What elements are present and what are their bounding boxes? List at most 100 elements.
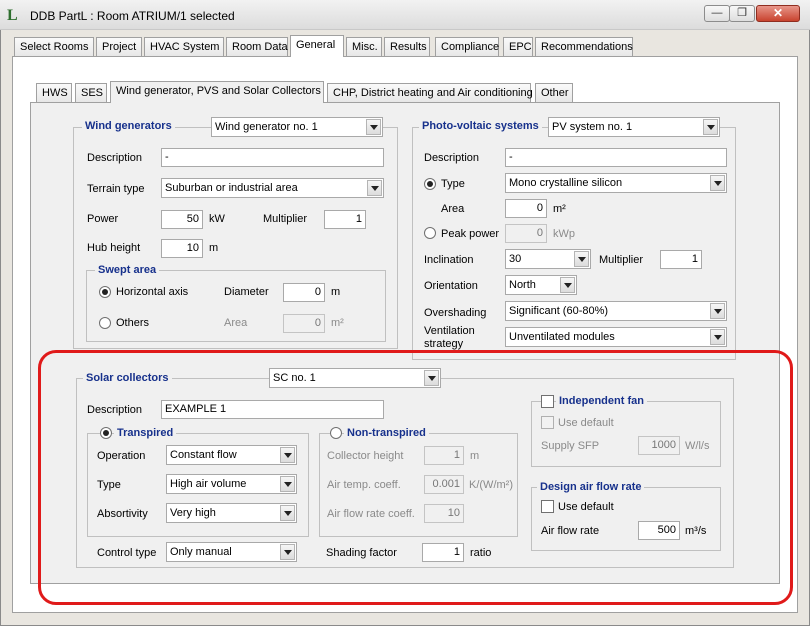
wind-description-input[interactable]: - [161,148,384,167]
chevron-down-icon[interactable] [703,119,718,135]
subtab-wind-pvs-solar[interactable]: Wind generator, PVS and Solar Collectors [110,81,324,103]
pv-area-unit: m² [553,203,566,215]
independent-fan-checkbox[interactable] [541,395,554,408]
orientation-label: Orientation [424,280,478,292]
tab-epc[interactable]: EPC [503,37,533,57]
subtab-other[interactable]: Other [535,83,573,103]
tab-misc[interactable]: Misc. [346,37,382,57]
wind-generator-select[interactable]: Wind generator no. 1 [211,117,383,137]
collector-height-unit: m [470,450,480,462]
power-input[interactable]: 50 [161,210,203,229]
terrain-type-select[interactable]: Suburban or industrial area [161,178,384,198]
wind-multiplier-input[interactable]: 1 [324,210,366,229]
control-type-select[interactable]: Only manual [166,542,297,562]
transpired-type-select[interactable]: High air volume [166,474,297,494]
inclination-value: 30 [509,253,522,265]
chevron-down-icon[interactable] [366,119,381,135]
close-button[interactable]: ✕ [756,5,800,22]
subtab-ses[interactable]: SES [75,83,107,103]
swept-area-input: 0 [283,314,325,333]
chevron-down-icon[interactable] [560,277,575,293]
chevron-down-icon[interactable] [424,370,439,386]
air-flow-coeff-label: Air flow rate coeff. [327,508,415,520]
overshading-select[interactable]: Significant (60-80%) [505,301,727,321]
tab-results[interactable]: Results [384,37,430,57]
air-flow-rate-input[interactable]: 500 [638,521,680,540]
swept-area-label: Area [224,317,248,329]
pv-description-input[interactable]: - [505,148,727,167]
horizontal-axis-radio[interactable] [99,286,111,298]
independent-fan-group [531,401,721,467]
subtab-hws[interactable]: HWS [36,83,72,103]
tab-room-data[interactable]: Room Data [226,37,288,57]
horizontal-axis-label: Horizontal axis [116,286,189,298]
ventilation-label: Ventilation [424,325,475,337]
overshading-label: Overshading [424,307,487,319]
air-temp-coeff-label: Air temp. coeff. [327,479,401,491]
pv-description-label: Description [424,152,480,164]
hub-height-label: Hub height [87,242,141,254]
pv-multiplier-input[interactable]: 1 [660,250,702,269]
chevron-down-icon[interactable] [280,544,295,560]
transpired-radio[interactable] [100,427,112,439]
solar-description-input[interactable]: EXAMPLE 1 [161,400,384,419]
title-bar[interactable]: L DDB PartL : Room ATRIUM/1 selected — ❐… [0,0,810,30]
pv-system-select[interactable]: PV system no. 1 [548,117,720,137]
hub-height-unit: m [209,242,219,254]
subtab-chp-district[interactable]: CHP, District heating and Air conditioni… [327,83,533,103]
chevron-down-icon[interactable] [367,180,382,196]
control-type-value: Only manual [170,546,232,558]
ventilation-strategy-select[interactable]: Unventilated modules [505,327,727,347]
orientation-select[interactable]: North [505,275,577,295]
shading-factor-input[interactable]: 1 [422,543,464,562]
chevron-down-icon[interactable] [280,447,295,463]
pv-type-select[interactable]: Mono crystalline silicon [505,173,727,193]
others-radio[interactable] [99,317,111,329]
peak-power-label: Peak power [441,228,500,240]
peak-power-radio[interactable] [424,227,436,239]
design-air-flow-group [531,487,721,551]
absorptivity-label: Absortivity [97,508,148,520]
pv-multiplier-label: Multiplier [599,254,644,266]
chevron-down-icon[interactable] [710,175,725,191]
window-title: DDB PartL : Room ATRIUM/1 selected [30,9,235,23]
chevron-down-icon[interactable] [280,476,295,492]
solar-description-label: Description [87,404,143,416]
restore-button[interactable]: ❐ [729,5,755,22]
non-transpired-title: Non-transpired [344,427,429,439]
operation-value: Constant flow [170,449,237,461]
chevron-down-icon[interactable] [710,303,725,319]
tab-project[interactable]: Project [96,37,142,57]
absorptivity-value: Very high [170,507,216,519]
tab-general[interactable]: General [290,35,344,57]
air-temp-coeff-input: 0.001 [424,475,464,494]
chevron-down-icon[interactable] [710,329,725,345]
chevron-down-icon[interactable] [574,251,589,267]
terrain-type-value: Suburban or industrial area [165,182,298,194]
non-transpired-radio[interactable] [330,427,342,439]
solar-collectors-title: Solar collectors [83,372,172,384]
tab-hvac-system[interactable]: HVAC System [144,37,224,57]
supply-sfp-input: 1000 [638,436,680,455]
tab-select-rooms[interactable]: Select Rooms [14,37,94,57]
wind-description-label: Description [87,152,143,164]
pv-system-select-value: PV system no. 1 [552,121,633,133]
solar-collector-select[interactable]: SC no. 1 [269,368,441,388]
pv-type-radio[interactable] [424,178,436,190]
tab-recommendations[interactable]: Recommendations [535,37,633,57]
tab-compliance[interactable]: Compliance [435,37,499,57]
air-flow-use-default-checkbox[interactable] [541,500,554,513]
diameter-input[interactable]: 0 [283,283,325,302]
operation-select[interactable]: Constant flow [166,445,297,465]
pv-area-input[interactable]: 0 [505,199,547,218]
hub-height-input[interactable]: 10 [161,239,203,258]
air-flow-rate-unit: m³/s [685,525,707,537]
power-unit: kW [209,213,225,225]
wind-generators-title: Wind generators [82,120,175,132]
wind-generator-select-value: Wind generator no. 1 [215,121,318,133]
absorptivity-select[interactable]: Very high [166,503,297,523]
minimize-button[interactable]: — [704,5,730,22]
supply-sfp-label: Supply SFP [541,440,600,452]
chevron-down-icon[interactable] [280,505,295,521]
inclination-select[interactable]: 30 [505,249,591,269]
